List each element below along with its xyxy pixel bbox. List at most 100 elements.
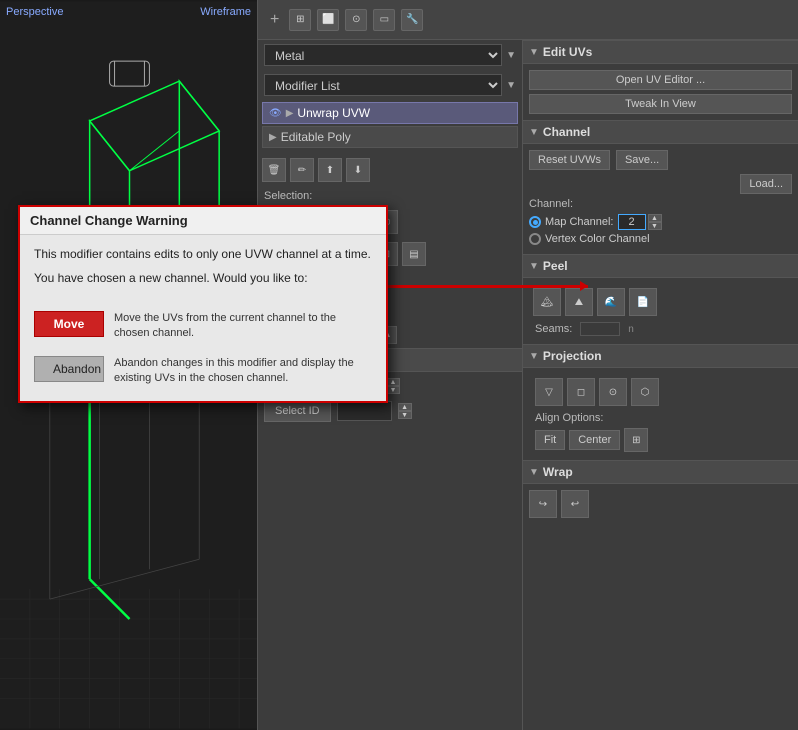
projection-content: ▽ ◻ ⊙ ⬡ Align Options: Fit Center ⊞ bbox=[523, 368, 798, 460]
seams-label: Seams: bbox=[535, 323, 572, 335]
select-id-down[interactable]: ▼ bbox=[398, 411, 412, 419]
align-extra-icon[interactable]: ⊞ bbox=[624, 428, 648, 452]
visibility-icon[interactable]: 👁 bbox=[269, 108, 282, 119]
modifier-item-unwrap[interactable]: 👁 ▶ Unwrap UVW bbox=[262, 102, 518, 124]
modifier-list-arrow: ▼ bbox=[506, 80, 516, 91]
dialog-body: This modifier contains edits to only one… bbox=[20, 235, 386, 303]
projection-title: Projection bbox=[543, 349, 602, 363]
projection-align-icons: ▽ ◻ ⊙ ⬡ bbox=[529, 374, 792, 410]
tweak-in-view-button[interactable]: Tweak In View bbox=[529, 94, 792, 114]
dialog-message-1: This modifier contains edits to only one… bbox=[34, 245, 372, 263]
map-channel-row: Map Channel: ▲ ▼ bbox=[529, 214, 792, 230]
wrap-title: Wrap bbox=[543, 465, 573, 479]
map-channel-radio[interactable] bbox=[529, 216, 541, 228]
edit-uvs-title: Edit UVs bbox=[543, 45, 592, 59]
projection-header[interactable]: ▼ Projection bbox=[523, 344, 798, 368]
viewport-shading: Wireframe bbox=[200, 6, 251, 18]
map-channel-input[interactable] bbox=[618, 214, 646, 230]
modifier-list-dropdown[interactable]: Modifier List bbox=[264, 74, 502, 96]
toolbar-icon-4[interactable]: ▭ bbox=[373, 9, 395, 31]
align-icon-4[interactable]: ⬡ bbox=[631, 378, 659, 406]
abandon-button[interactable]: Abandon bbox=[34, 356, 104, 382]
load-row: Load... bbox=[529, 174, 792, 194]
peel-header[interactable]: ▼ Peel bbox=[523, 254, 798, 278]
select-id-button[interactable]: Select ID bbox=[264, 400, 331, 422]
tool-icon-2[interactable]: ✏ bbox=[290, 158, 314, 182]
abandon-btn-row: Abandon Abandon changes in this modifier… bbox=[34, 356, 372, 387]
select-id-up[interactable]: ▲ bbox=[398, 403, 412, 411]
viewport-label: Perspective bbox=[6, 6, 63, 18]
selection-label: Selection: bbox=[258, 186, 522, 206]
dialog-title-bar: Channel Change Warning bbox=[20, 207, 386, 235]
modifier-list-row: Modifier List ▼ bbox=[258, 70, 522, 100]
tool-icon-1[interactable]: 🗑 bbox=[262, 158, 286, 182]
vertex-color-radio[interactable] bbox=[529, 233, 541, 245]
toolbar-icon-2[interactable]: ⬜ bbox=[317, 9, 339, 31]
wrap-icon-1[interactable]: ↪ bbox=[529, 490, 557, 518]
select-id-row: Select ID ▲ ▼ bbox=[264, 400, 516, 422]
map-channel-label: Map Channel: bbox=[545, 216, 614, 228]
open-uv-editor-button[interactable]: Open UV Editor ... bbox=[529, 70, 792, 90]
set-id-up[interactable]: ▲ bbox=[386, 378, 400, 386]
material-dropdown-row: Metal ▼ bbox=[258, 40, 522, 70]
peel-icon-2[interactable]: ⛰ bbox=[565, 288, 593, 316]
wrap-header[interactable]: ▼ Wrap bbox=[523, 460, 798, 484]
save-button[interactable]: Save... bbox=[616, 150, 668, 170]
expand-icon-poly[interactable]: ▶ bbox=[269, 132, 277, 143]
move-button[interactable]: Move bbox=[34, 311, 104, 337]
seams-row: Seams: n bbox=[529, 320, 792, 338]
select-id-spinner: ▲ ▼ bbox=[398, 403, 412, 419]
main-toolbar: + ⊞ ⬜ ⊙ ▭ 🔧 bbox=[258, 0, 798, 40]
channel-header[interactable]: ▼ Channel bbox=[523, 120, 798, 144]
dialog-message-2: You have chosen a new channel. Would you… bbox=[34, 269, 372, 287]
tool-icon-4[interactable]: ⬇ bbox=[346, 158, 370, 182]
more-icon-6[interactable]: ▤ bbox=[402, 242, 426, 266]
channel-label: Channel: bbox=[529, 198, 792, 210]
expand-icon[interactable]: ▶ bbox=[286, 108, 294, 119]
tool-icon-3[interactable]: ⬆ bbox=[318, 158, 342, 182]
reset-uvws-button[interactable]: Reset UVWs bbox=[529, 150, 610, 170]
channel-down[interactable]: ▼ bbox=[648, 222, 662, 230]
red-arrow-indicator bbox=[388, 285, 588, 288]
edit-uvs-header[interactable]: ▼ Edit UVs bbox=[523, 40, 798, 64]
set-id-down[interactable]: ▼ bbox=[386, 386, 400, 394]
modifier-tools-row: 🗑 ✏ ⬆ ⬇ bbox=[258, 154, 522, 186]
align-icon-2[interactable]: ◻ bbox=[567, 378, 595, 406]
peel-title: Peel bbox=[543, 259, 568, 273]
peel-icon-4[interactable]: 📄 bbox=[629, 288, 657, 316]
toolbar-icon-3[interactable]: ⊙ bbox=[345, 9, 367, 31]
seam-value: n bbox=[628, 324, 634, 335]
toolbar-icon-1[interactable]: ⊞ bbox=[289, 9, 311, 31]
properties-panel: ▼ Edit UVs Open UV Editor ... Tweak In V… bbox=[523, 40, 798, 730]
fit-button[interactable]: Fit bbox=[535, 430, 565, 450]
center-button[interactable]: Center bbox=[569, 430, 620, 450]
channel-up[interactable]: ▲ bbox=[648, 214, 662, 222]
peel-icons: 🏔 ⛰ 🌊 📄 bbox=[529, 284, 792, 320]
align-icon-1[interactable]: ▽ bbox=[535, 378, 563, 406]
set-id-spinner: ▲ ▼ bbox=[386, 378, 400, 394]
modifier-item-editable-poly[interactable]: ▶ Editable Poly bbox=[262, 126, 518, 148]
material-dropdown[interactable]: Metal bbox=[264, 44, 502, 66]
modifier-name-unwrap: Unwrap UVW bbox=[297, 106, 511, 120]
peel-icon-3[interactable]: 🌊 bbox=[597, 288, 625, 316]
align-icon-3[interactable]: ⊙ bbox=[599, 378, 627, 406]
add-button[interactable]: + bbox=[266, 11, 283, 29]
move-btn-row: Move Move the UVs from the current chann… bbox=[34, 311, 372, 342]
align-options-label: Align Options: bbox=[529, 410, 792, 426]
channel-arrow: ▼ bbox=[529, 127, 539, 138]
vertex-color-row: Vertex Color Channel bbox=[529, 233, 792, 245]
peel-icon-1[interactable]: 🏔 bbox=[533, 288, 561, 316]
toolbar-icon-5[interactable]: 🔧 bbox=[401, 9, 423, 31]
edit-uvs-content: Open UV Editor ... Tweak In View bbox=[523, 64, 798, 120]
move-desc: Move the UVs from the current channel to… bbox=[114, 311, 372, 342]
channel-spin-arrows: ▲ ▼ bbox=[648, 214, 662, 230]
seam-box bbox=[580, 322, 620, 336]
select-id-input[interactable] bbox=[337, 401, 392, 421]
dialog-buttons: Move Move the UVs from the current chann… bbox=[20, 303, 386, 401]
abandon-desc: Abandon changes in this modifier and dis… bbox=[114, 356, 372, 387]
modifier-name-poly: Editable Poly bbox=[281, 130, 511, 144]
wrap-icon-2[interactable]: ↩ bbox=[561, 490, 589, 518]
material-dropdown-arrow: ▼ bbox=[506, 50, 516, 61]
load-button[interactable]: Load... bbox=[740, 174, 792, 194]
vertex-color-label: Vertex Color Channel bbox=[545, 233, 650, 245]
